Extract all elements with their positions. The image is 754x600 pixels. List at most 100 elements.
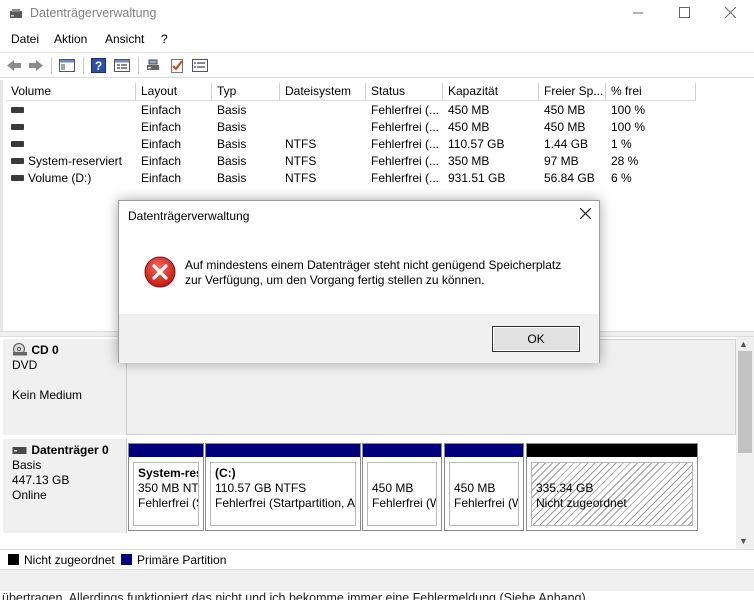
menu-help[interactable]: ? bbox=[161, 32, 168, 46]
menu-ansicht[interactable]: Ansicht bbox=[105, 32, 144, 46]
back-arrow-icon[interactable] bbox=[5, 57, 23, 74]
disk0-state: Online bbox=[12, 488, 47, 502]
column-header-dateisystem[interactable]: Dateisystem bbox=[280, 83, 366, 101]
disk0-label[interactable]: Datenträger 0 Basis 447.13 GB Online bbox=[3, 439, 127, 533]
volume-icon bbox=[11, 157, 24, 164]
partition-name: System-res bbox=[138, 466, 199, 480]
cd-drive-icon bbox=[12, 343, 28, 357]
disk0-name: Datenträger 0 bbox=[31, 443, 109, 457]
column-header-status[interactable]: Status bbox=[366, 83, 443, 101]
cell-freier-speicher: 1.44 GB bbox=[544, 137, 589, 151]
cell-dateisystem bbox=[280, 102, 366, 119]
partition-name: (C:) bbox=[215, 466, 236, 480]
volume-icon bbox=[11, 123, 24, 130]
menu-datei[interactable]: Datei bbox=[11, 32, 39, 46]
minimize-icon bbox=[632, 7, 644, 21]
cell-typ: Basis bbox=[217, 154, 247, 168]
column-header-typ[interactable]: Typ bbox=[212, 83, 280, 101]
connect-disk-icon[interactable] bbox=[145, 57, 163, 74]
dialog-close-button[interactable] bbox=[575, 205, 595, 225]
cell-prozent-frei: 28 % bbox=[611, 154, 639, 168]
partition-band bbox=[206, 444, 360, 457]
volume-icon bbox=[11, 174, 24, 181]
partition-size: 450 MB bbox=[372, 481, 414, 495]
column-header-kapazitaet[interactable]: Kapazität bbox=[443, 83, 539, 101]
scroll-up-icon[interactable]: ▲ bbox=[739, 339, 748, 349]
cell-freier-speicher: 450 MB bbox=[544, 120, 586, 134]
partition-name bbox=[454, 466, 514, 481]
partition-status: Fehlerfrei (Startpartition, A bbox=[215, 496, 356, 510]
settings-list-icon[interactable] bbox=[191, 57, 209, 74]
table-row[interactable]: Einfach Basis Fehlerfrei (... 450 MB 450 MB 1… bbox=[6, 102, 696, 119]
scrollbar-thumb[interactable] bbox=[738, 351, 752, 453]
cell-kapazitaet: 110.57 GB bbox=[448, 137, 505, 151]
cell-status: Fehlerfrei (... bbox=[371, 137, 440, 151]
volume-icon bbox=[11, 106, 24, 113]
dialog-title: Datenträgerverwaltung bbox=[128, 209, 250, 223]
menu-aktion[interactable]: Aktion bbox=[54, 32, 87, 46]
svg-text:?: ? bbox=[95, 59, 102, 73]
show-hide-console-tree-icon[interactable] bbox=[58, 57, 76, 74]
cell-status: Fehlerfrei (... bbox=[371, 120, 440, 134]
partition-size: 110.57 GB NTFS bbox=[215, 481, 307, 495]
cell-layout: Einfach bbox=[141, 171, 182, 185]
properties-icon[interactable] bbox=[113, 57, 131, 74]
error-icon bbox=[144, 256, 176, 288]
cell-kapazitaet: 350 MB bbox=[448, 154, 490, 168]
cell-layout: Einfach bbox=[141, 103, 182, 117]
disk0-type: Basis bbox=[12, 458, 42, 472]
maximize-button[interactable] bbox=[661, 0, 707, 28]
table-row[interactable]: Einfach Basis NTFS Fehlerfrei (... 110.57 GB… bbox=[6, 136, 696, 153]
cd-drive-label[interactable]: CD 0 DVD Kein Medium bbox=[3, 339, 127, 435]
column-header-prozent-frei[interactable]: % frei bbox=[606, 83, 696, 101]
close-icon bbox=[724, 6, 736, 21]
cell-status: Fehlerfrei (... bbox=[371, 103, 440, 117]
cd-drive-type: DVD bbox=[12, 358, 38, 372]
forward-arrow-icon[interactable] bbox=[27, 57, 45, 74]
maximize-icon bbox=[678, 7, 690, 21]
dialog-message-line-2: zur Verfügung, um den Vorgang fertig ste… bbox=[185, 273, 485, 287]
checklist-icon[interactable] bbox=[168, 57, 186, 74]
close-button[interactable] bbox=[707, 0, 753, 28]
minimize-button[interactable] bbox=[615, 0, 661, 28]
background-page-text: übertragen. Allerdings funktioniert das … bbox=[2, 591, 590, 600]
column-header-layout[interactable]: Layout bbox=[136, 83, 212, 101]
ok-button[interactable]: OK bbox=[492, 326, 580, 352]
partition-recovery-2[interactable]: 450 MB Fehlerfrei (W bbox=[444, 443, 524, 531]
cell-status: Fehlerfrei (... bbox=[371, 171, 440, 185]
partition-band bbox=[445, 444, 523, 457]
cell-volume bbox=[6, 119, 136, 136]
scroll-down-icon[interactable]: ▼ bbox=[739, 536, 748, 546]
disk-view-scrollbar[interactable]: ▲ ▼ bbox=[736, 337, 754, 549]
volume-name: System-reserviert bbox=[28, 154, 123, 168]
cell-dateisystem: NTFS bbox=[285, 154, 317, 168]
help-icon[interactable]: ? bbox=[90, 57, 108, 74]
cell-typ: Basis bbox=[217, 120, 247, 134]
disk0-size: 447.13 GB bbox=[12, 473, 70, 487]
partition-status: Fehlerfrei (S bbox=[138, 496, 199, 510]
cd-drive-state: Kein Medium bbox=[12, 388, 83, 402]
cell-typ: Basis bbox=[217, 137, 247, 151]
table-row[interactable]: Einfach Basis Fehlerfrei (... 450 MB 450 MB 1… bbox=[6, 119, 696, 136]
cell-freier-speicher: 97 MB bbox=[544, 154, 579, 168]
cell-freier-speicher: 56.84 GB bbox=[544, 171, 595, 185]
disk-management-app-icon bbox=[9, 7, 23, 21]
table-row[interactable]: System-reserviert Einfach Basis NTFS Fehlerf… bbox=[6, 153, 696, 170]
partition-system-reserved[interactable]: System-res 350 MB NTF Fehlerfrei (S bbox=[128, 443, 204, 531]
legend-unallocated-swatch bbox=[8, 554, 19, 565]
partition-name bbox=[536, 466, 688, 481]
cell-volume bbox=[6, 136, 136, 153]
cell-dateisystem bbox=[280, 119, 366, 136]
close-icon bbox=[579, 207, 591, 222]
legend-unallocated-label: Nicht zugeordnet bbox=[24, 553, 115, 567]
partition-c[interactable]: (C:) 110.57 GB NTFS Fehlerfrei (Startpar… bbox=[205, 443, 361, 531]
cell-status: Fehlerfrei (... bbox=[371, 154, 440, 168]
dialog-message-line-1: Auf mindestens einem Datenträger steht n… bbox=[185, 258, 562, 272]
dialog-message: Auf mindestens einem Datenträger steht n… bbox=[185, 258, 561, 288]
column-header-freier-speicher[interactable]: Freier Sp... bbox=[539, 83, 606, 101]
partition-recovery-1[interactable]: 450 MB Fehlerfrei (W bbox=[362, 443, 442, 531]
partition-band bbox=[129, 444, 203, 457]
table-row[interactable]: Volume (D:) Einfach Basis NTFS Fehlerfrei (.… bbox=[6, 170, 696, 187]
partition-unallocated[interactable]: 335.34 GB Nicht zugeordnet bbox=[526, 443, 698, 531]
column-header-volume[interactable]: Volume bbox=[6, 83, 136, 101]
